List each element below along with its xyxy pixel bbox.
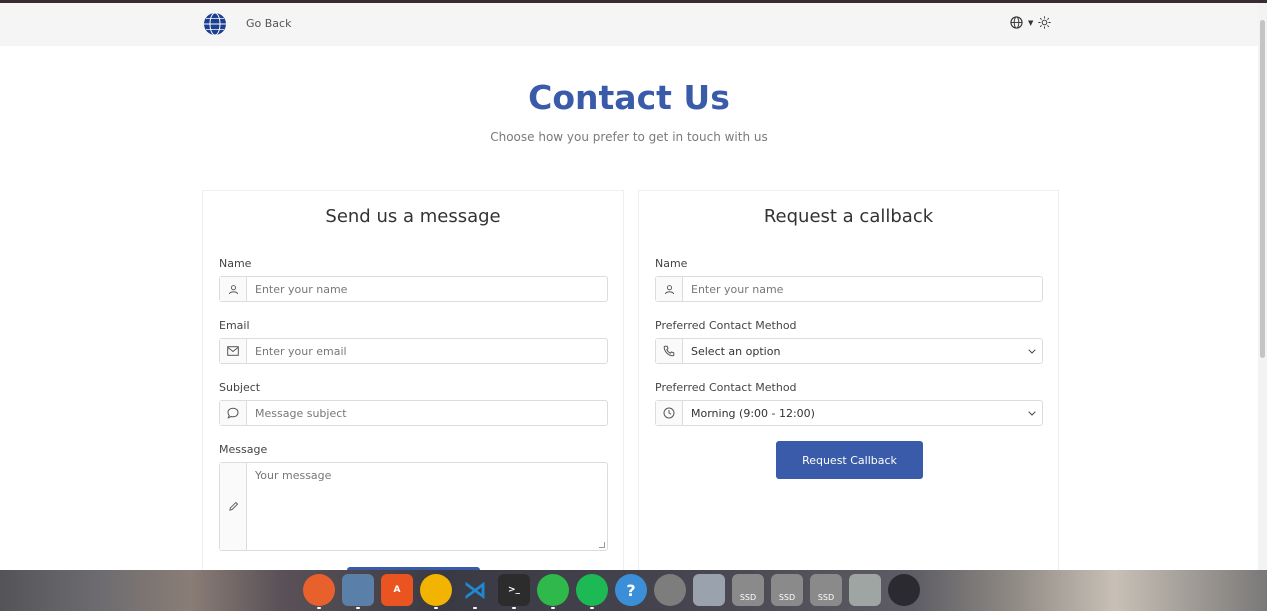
envelope-icon bbox=[220, 339, 247, 363]
callback-name-input[interactable]: Enter your name bbox=[655, 276, 1043, 302]
pencil-icon bbox=[220, 463, 247, 550]
ssd-drive-icon[interactable]: SSD bbox=[810, 574, 842, 606]
globe-logo-icon[interactable] bbox=[203, 12, 227, 36]
ssd-drive-icon[interactable]: SSD bbox=[732, 574, 764, 606]
message-label: Message bbox=[219, 443, 268, 456]
page-subtitle: Choose how you prefer to get in touch wi… bbox=[490, 130, 768, 144]
go-back-link[interactable]: Go Back bbox=[246, 17, 291, 30]
message-textarea-placeholder: Your message bbox=[255, 469, 332, 482]
contact-method-label: Preferred Contact Method bbox=[655, 319, 797, 332]
message-textarea[interactable]: Your message bbox=[219, 462, 608, 551]
chevron-down-icon bbox=[1022, 348, 1042, 354]
name-label: Name bbox=[219, 257, 252, 270]
show-apps-icon[interactable] bbox=[888, 574, 920, 606]
top-navbar: Go Back ▼ bbox=[0, 3, 1258, 46]
theme-toggle-sun-icon[interactable] bbox=[1038, 16, 1052, 29]
scrollbar-thumb[interactable] bbox=[1260, 20, 1265, 358]
clock-icon bbox=[656, 401, 683, 425]
subject-input-placeholder: Message subject bbox=[255, 406, 347, 420]
email-input[interactable]: Enter your email bbox=[219, 338, 608, 364]
settings-icon[interactable] bbox=[654, 574, 686, 606]
chrome-icon[interactable] bbox=[420, 574, 452, 609]
app-center-icon[interactable]: A bbox=[381, 574, 413, 606]
ssd-drive-label: SSD bbox=[778, 592, 796, 602]
dock-items: A ⋊ >_? SSD SSD SSD bbox=[303, 574, 920, 609]
email-label: Email bbox=[219, 319, 250, 332]
terminal-label: >_ bbox=[507, 585, 521, 595]
help-icon[interactable]: ? bbox=[615, 574, 647, 606]
phone-icon bbox=[656, 339, 683, 363]
nav-right-controls: ▼ bbox=[1010, 16, 1052, 29]
vscode-icon[interactable]: ⋊ bbox=[459, 574, 491, 609]
callback-name-label: Name bbox=[655, 257, 688, 270]
terminal-icon[interactable]: >_ bbox=[498, 574, 530, 609]
desktop-dock: A ⋊ >_? SSD SSD SSD bbox=[0, 570, 1267, 611]
help-label: ? bbox=[626, 580, 636, 600]
email-input-placeholder: Enter your email bbox=[255, 344, 347, 358]
whatsapp-icon[interactable] bbox=[537, 574, 569, 609]
message-form-card: Send us a message Name Enter your name E… bbox=[202, 190, 624, 571]
ssd-drive-label: SSD bbox=[739, 592, 757, 602]
contact-time-selected-value: Morning (9:00 - 12:00) bbox=[691, 406, 815, 420]
message-form-heading: Send us a message bbox=[325, 206, 501, 227]
resize-handle-icon[interactable] bbox=[599, 542, 605, 548]
chevron-down-icon bbox=[1022, 410, 1042, 416]
subject-input[interactable]: Message subject bbox=[219, 400, 608, 426]
request-callback-button[interactable]: Request Callback bbox=[776, 441, 923, 479]
ssd-drive-icon[interactable]: SSD bbox=[771, 574, 803, 606]
chat-bubble-icon bbox=[220, 401, 247, 425]
contact-method-select[interactable]: Select an option bbox=[655, 338, 1043, 364]
contact-time-label: Preferred Contact Method bbox=[655, 381, 797, 394]
user-icon bbox=[656, 277, 683, 301]
name-input[interactable]: Enter your name bbox=[219, 276, 608, 302]
app-center-label: A bbox=[393, 585, 401, 595]
name-input-placeholder: Enter your name bbox=[255, 282, 348, 296]
language-globe-icon[interactable] bbox=[1010, 16, 1023, 29]
callback-form-card: Request a callback Name Enter your name … bbox=[638, 190, 1059, 570]
callback-form-heading: Request a callback bbox=[763, 206, 934, 227]
user-icon bbox=[220, 277, 247, 301]
language-caret-icon[interactable]: ▼ bbox=[1028, 19, 1033, 27]
subject-label: Subject bbox=[219, 381, 261, 394]
page-title: Contact Us bbox=[528, 78, 730, 117]
contact-time-select[interactable]: Morning (9:00 - 12:00) bbox=[655, 400, 1043, 426]
ssd-drive-label: SSD bbox=[817, 592, 835, 602]
contact-method-selected-value: Select an option bbox=[691, 344, 781, 358]
firefox-icon[interactable] bbox=[303, 574, 335, 609]
callback-name-placeholder: Enter your name bbox=[691, 282, 784, 296]
files-icon[interactable] bbox=[342, 574, 374, 609]
image-viewer-icon[interactable] bbox=[693, 574, 725, 606]
trash-icon[interactable] bbox=[849, 574, 881, 606]
spotify-icon[interactable] bbox=[576, 574, 608, 609]
